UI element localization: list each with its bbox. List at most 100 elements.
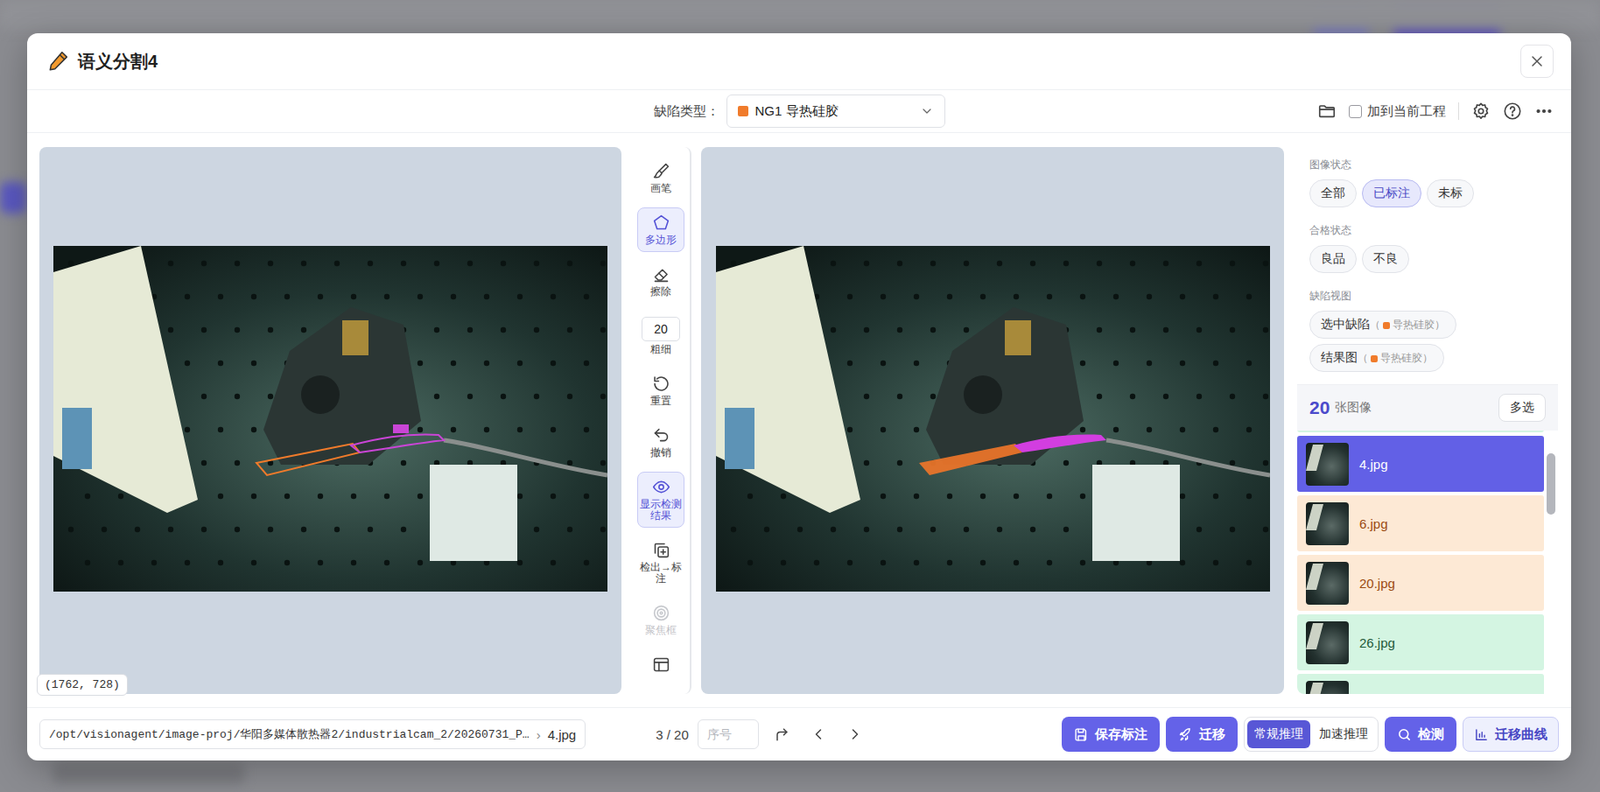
tool-label: 聚焦框: [639, 624, 682, 637]
rocket-icon: [1178, 727, 1193, 743]
image-item[interactable]: 26.jpg: [1297, 614, 1544, 671]
result-canvas: [701, 147, 1285, 695]
image-count: 20: [1309, 397, 1330, 419]
file-name: 4.jpg: [547, 727, 577, 743]
footer-bar: /opt/visionagent/image-proj/华阳多媒体散热器2/in…: [27, 707, 1572, 761]
filter-pill[interactable]: 全部: [1309, 179, 1357, 208]
workspace: (1762, 728)画笔多边形擦除20粗细重置撤销显示检测结果检出→标注聚焦框…: [27, 133, 1572, 708]
defect-color-swatch: [737, 105, 749, 117]
eraser-tool[interactable]: 擦除: [637, 259, 685, 304]
image-position: 3 / 20: [655, 727, 689, 743]
filter-label: 合格状态: [1309, 223, 1546, 239]
jump-icon: [772, 725, 791, 744]
thickness-input[interactable]: 20: [641, 316, 681, 342]
background-shape: [0, 0, 1600, 30]
background-shape: [52, 763, 246, 785]
next-button[interactable]: [841, 719, 870, 750]
jump-button[interactable]: [767, 719, 796, 750]
inference-option[interactable]: 加速推理: [1312, 720, 1376, 749]
brush-icon: [652, 161, 671, 181]
gear-icon: [1471, 101, 1491, 121]
save-button[interactable]: 保存标注: [1061, 716, 1160, 752]
image-item[interactable]: 6.jpg: [1297, 495, 1544, 552]
eye-icon: [652, 477, 671, 497]
chevron-right-icon: [846, 725, 864, 744]
prev-button[interactable]: [804, 719, 833, 750]
checkbox[interactable]: [1348, 105, 1362, 119]
defect-dot: [1382, 322, 1390, 330]
copy-icon: [652, 540, 671, 560]
reset-tool[interactable]: 重置: [637, 368, 685, 414]
detect-button[interactable]: 检测: [1384, 716, 1457, 752]
filter-pill[interactable]: 未标: [1426, 179, 1474, 208]
migrate-button[interactable]: 迁移: [1165, 716, 1238, 752]
tool-label: 显示检测结果: [639, 498, 682, 522]
focus-tool: 聚焦框: [637, 597, 685, 643]
add-to-project[interactable]: 加到当前工程: [1348, 103, 1446, 120]
chevron-left-icon: [809, 725, 828, 744]
dialog-header: 语义分割4: [27, 33, 1572, 90]
help-icon: [1502, 101, 1523, 121]
toolbar: 缺陷类型： NG1 导热硅胶 加到当前工程: [27, 89, 1572, 134]
cursor-coordinates: (1762, 728): [36, 673, 128, 696]
image-thumbnail: [1305, 680, 1349, 695]
filter-pill[interactable]: 不良: [1361, 245, 1410, 274]
undo-icon: [652, 426, 671, 445]
image-thumbnail: [1305, 561, 1349, 605]
annotation-canvas[interactable]: (1762, 728): [39, 147, 622, 695]
tool-label: 多边形: [639, 234, 682, 246]
help-button[interactable]: [1502, 101, 1523, 121]
image-thumbnail: [1305, 621, 1349, 665]
sidebar: 图像状态全部已标注未标合格状态良品不良缺陷视图选中缺陷（导热硅胶） 结果图（导热硅…: [1297, 147, 1558, 695]
filter-label: 缺陷视图: [1309, 288, 1546, 304]
divider: [1458, 102, 1460, 120]
defect-type-label: 缺陷类型：: [653, 103, 720, 120]
copy-tool[interactable]: 检出→标注: [637, 534, 685, 591]
open-folder-button[interactable]: [1317, 101, 1337, 121]
defect-view-pill[interactable]: 结果图（导热硅胶）: [1309, 343, 1445, 372]
defect-dot: [1370, 355, 1378, 363]
defect-view-pill[interactable]: 选中缺陷（导热硅胶）: [1309, 310, 1457, 339]
dialog: 语义分割4 缺陷类型： NG1 导热硅胶 加到当前工程 (1762, 728) 画笔多边形…: [27, 33, 1572, 761]
close-button[interactable]: [1520, 44, 1554, 78]
image-thumbnail: [1305, 502, 1349, 546]
tool-column: 画笔多边形擦除 20粗细重置撤销显示检测结果检出→标注聚焦框: [631, 147, 692, 695]
settings-button[interactable]: [1471, 101, 1491, 121]
filter-label: 图像状态: [1309, 157, 1546, 173]
search-icon: [1396, 727, 1412, 743]
frame-icon: [652, 655, 671, 674]
chart-icon: [1473, 727, 1489, 743]
image-list: 4.jpg6.jpg20.jpg26.jpg: [1297, 430, 1558, 695]
scrollbar-thumb[interactable]: [1546, 453, 1556, 515]
filter-pill[interactable]: 良品: [1309, 245, 1357, 274]
multi-select-button[interactable]: 多选: [1498, 393, 1546, 422]
eraser-icon: [652, 265, 671, 284]
tool-label: 检出→标注: [639, 561, 682, 585]
image-list-area: 4.jpg6.jpg20.jpg26.jpg: [1297, 430, 1558, 695]
image-item[interactable]: 20.jpg: [1297, 554, 1544, 611]
undo-tool[interactable]: 撤销: [637, 420, 685, 465]
pencil-icon: [46, 49, 70, 73]
eye-tool[interactable]: 显示检测结果: [637, 471, 685, 528]
size-tool[interactable]: 20粗细: [637, 310, 685, 362]
tool-label: 粗细: [639, 343, 682, 356]
index-input[interactable]: [697, 719, 759, 750]
brush-tool[interactable]: 画笔: [637, 155, 685, 201]
tool-label: 画笔: [639, 182, 682, 195]
more-icon: [1534, 101, 1554, 121]
more-button[interactable]: [1534, 101, 1554, 121]
save-icon: [1073, 727, 1089, 743]
image-item[interactable]: [1297, 673, 1544, 695]
defect-type-select[interactable]: NG1 导热硅胶: [726, 94, 946, 128]
inference-option[interactable]: 常规推理: [1247, 720, 1311, 749]
background-shape: [0, 182, 27, 214]
inference-toggle: 常规推理加速推理: [1243, 716, 1379, 752]
migration-curve-button[interactable]: 迁移曲线: [1462, 716, 1559, 752]
image-item[interactable]: [1297, 430, 1544, 433]
polygon-tool[interactable]: 多边形: [637, 207, 685, 253]
filter-pill[interactable]: 已标注: [1361, 179, 1422, 208]
image-item[interactable]: 4.jpg: [1297, 435, 1544, 492]
frame-tool[interactable]: [637, 649, 685, 681]
reset-icon: [652, 374, 671, 393]
image-count-row: 20张图像多选: [1297, 384, 1558, 431]
